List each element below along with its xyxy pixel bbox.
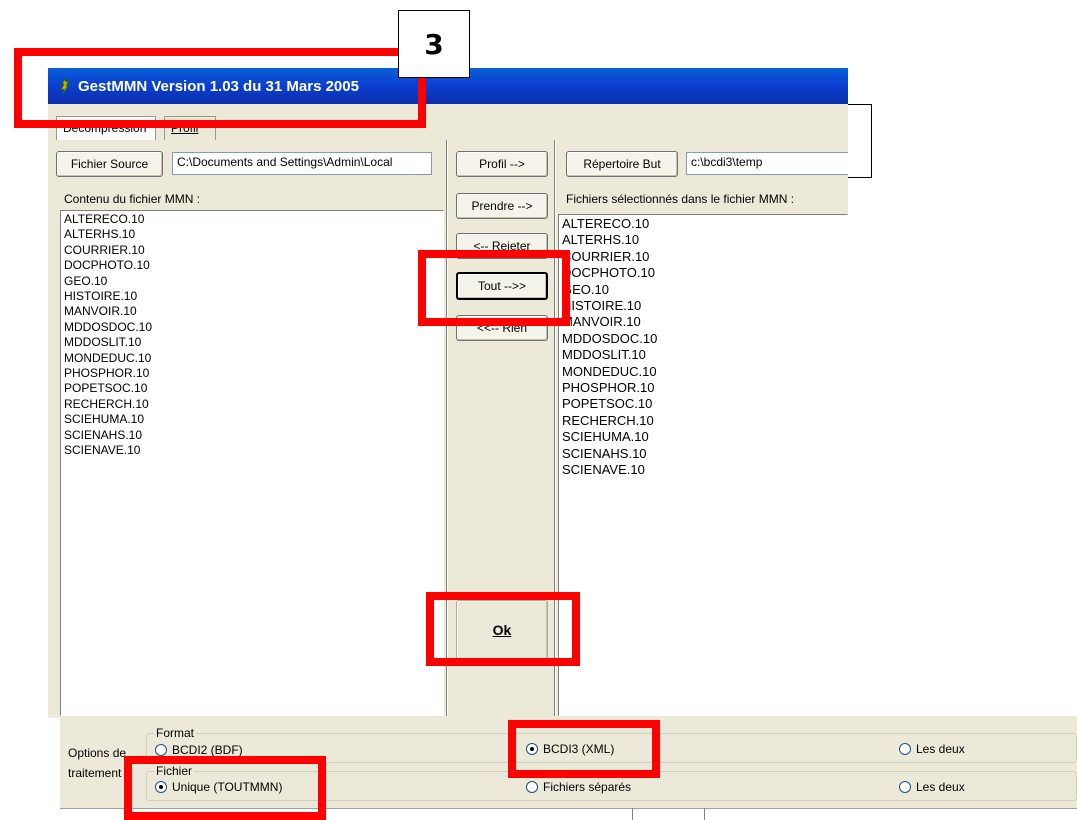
list-item[interactable]: DOCPHOTO.10 [64,258,440,273]
fichier-both-radio[interactable]: Les deux [899,780,965,794]
highlight-ok-button [426,592,580,666]
list-item[interactable]: MANVOIR.10 [562,314,844,330]
source-list-label: Contenu du fichier MMN : [64,192,201,206]
frame-line-right [871,104,872,178]
list-item[interactable]: COURRIER.10 [64,243,440,258]
list-item[interactable]: RECHERCH.10 [562,413,844,429]
list-item[interactable]: MDDOSDOC.10 [562,331,844,347]
highlight-title [14,48,426,128]
tick-mark [632,808,633,820]
fichier-separes-radio[interactable]: Fichiers séparés [526,780,631,794]
list-item[interactable]: MONDEDUC.10 [64,351,440,366]
fichier-both-label: Les deux [916,780,965,794]
list-item[interactable]: POPETSOC.10 [562,396,844,412]
list-item[interactable]: SCIEHUMA.10 [562,429,844,445]
format-legend: Format [154,726,197,740]
step-number-callout: 3 [398,10,470,78]
selected-file-list[interactable]: ALTERECO.10 ALTERHS.10 COURRIER.10 DOCPHOTO… [558,214,848,716]
radio-dot [899,743,911,755]
fichier-separes-label: Fichiers séparés [543,780,632,794]
list-item[interactable]: MANVOIR.10 [64,304,440,319]
tick-mark [704,808,705,820]
list-item[interactable]: SCIENAVE.10 [562,462,844,478]
list-item[interactable]: PHOSPHOR.10 [64,366,440,381]
list-item[interactable]: POPETSOC.10 [64,381,440,396]
list-item[interactable]: ALTERHS.10 [64,227,440,242]
list-item[interactable]: MDDOSLIT.10 [64,335,440,350]
source-file-button[interactable]: Fichier Source [56,151,163,177]
format-bcdi2-label: BCDI2 (BDF) [172,743,243,757]
format-bcdi2-radio[interactable]: BCDI2 (BDF) [155,743,243,757]
list-item[interactable]: SCIENAHS.10 [562,446,844,462]
list-item[interactable]: SCIENAHS.10 [64,428,440,443]
list-item[interactable]: MONDEDUC.10 [562,364,844,380]
highlight-bcdi3-option [508,720,660,778]
list-item[interactable]: RECHERCH.10 [64,397,440,412]
format-both-label: Les deux [916,742,965,756]
list-item[interactable]: ALTERECO.10 [562,216,844,232]
list-item[interactable]: COURRIER.10 [562,249,844,265]
list-item[interactable]: SCIENAVE.10 [64,443,440,458]
list-item[interactable]: MDDOSDOC.10 [64,320,440,335]
frame-line-top [848,104,872,105]
dest-dir-button[interactable]: Répertoire But [566,151,678,177]
list-item[interactable]: HISTOIRE.10 [562,298,844,314]
list-item[interactable]: GEO.10 [64,274,440,289]
profil-button[interactable]: Profil --> [456,151,548,177]
format-both-radio[interactable]: Les deux [899,742,965,756]
radio-dot [899,781,911,793]
dest-list-label: Fichiers sélectionnés dans le fichier MM… [566,192,795,206]
list-item[interactable]: ALTERHS.10 [562,232,844,248]
highlight-tout-button [418,250,570,326]
source-path-field[interactable]: C:\Documents and Settings\Admin\Local [172,152,432,175]
prendre-button[interactable]: Prendre --> [456,193,548,219]
list-item[interactable]: HISTOIRE.10 [64,289,440,304]
list-item[interactable]: MDDOSLIT.10 [562,347,844,363]
list-item[interactable]: ALTERECO.10 [64,212,440,227]
options-label: Options de [68,746,127,760]
radio-dot [155,744,167,756]
radio-dot [526,781,538,793]
frame-line-bottom [848,177,872,178]
list-item[interactable]: DOCPHOTO.10 [562,265,844,281]
list-item[interactable]: GEO.10 [562,282,844,298]
source-file-list[interactable]: ALTERECO.10 ALTERHS.10 COURRIER.10 DOCPHOTO… [60,210,444,716]
options-label-2: traitement [68,766,122,780]
list-item[interactable]: PHOSPHOR.10 [562,380,844,396]
dest-path-field[interactable]: c:\bcdi3\temp [686,152,848,175]
list-item[interactable]: SCIEHUMA.10 [64,412,440,427]
highlight-unique-option [124,756,326,820]
